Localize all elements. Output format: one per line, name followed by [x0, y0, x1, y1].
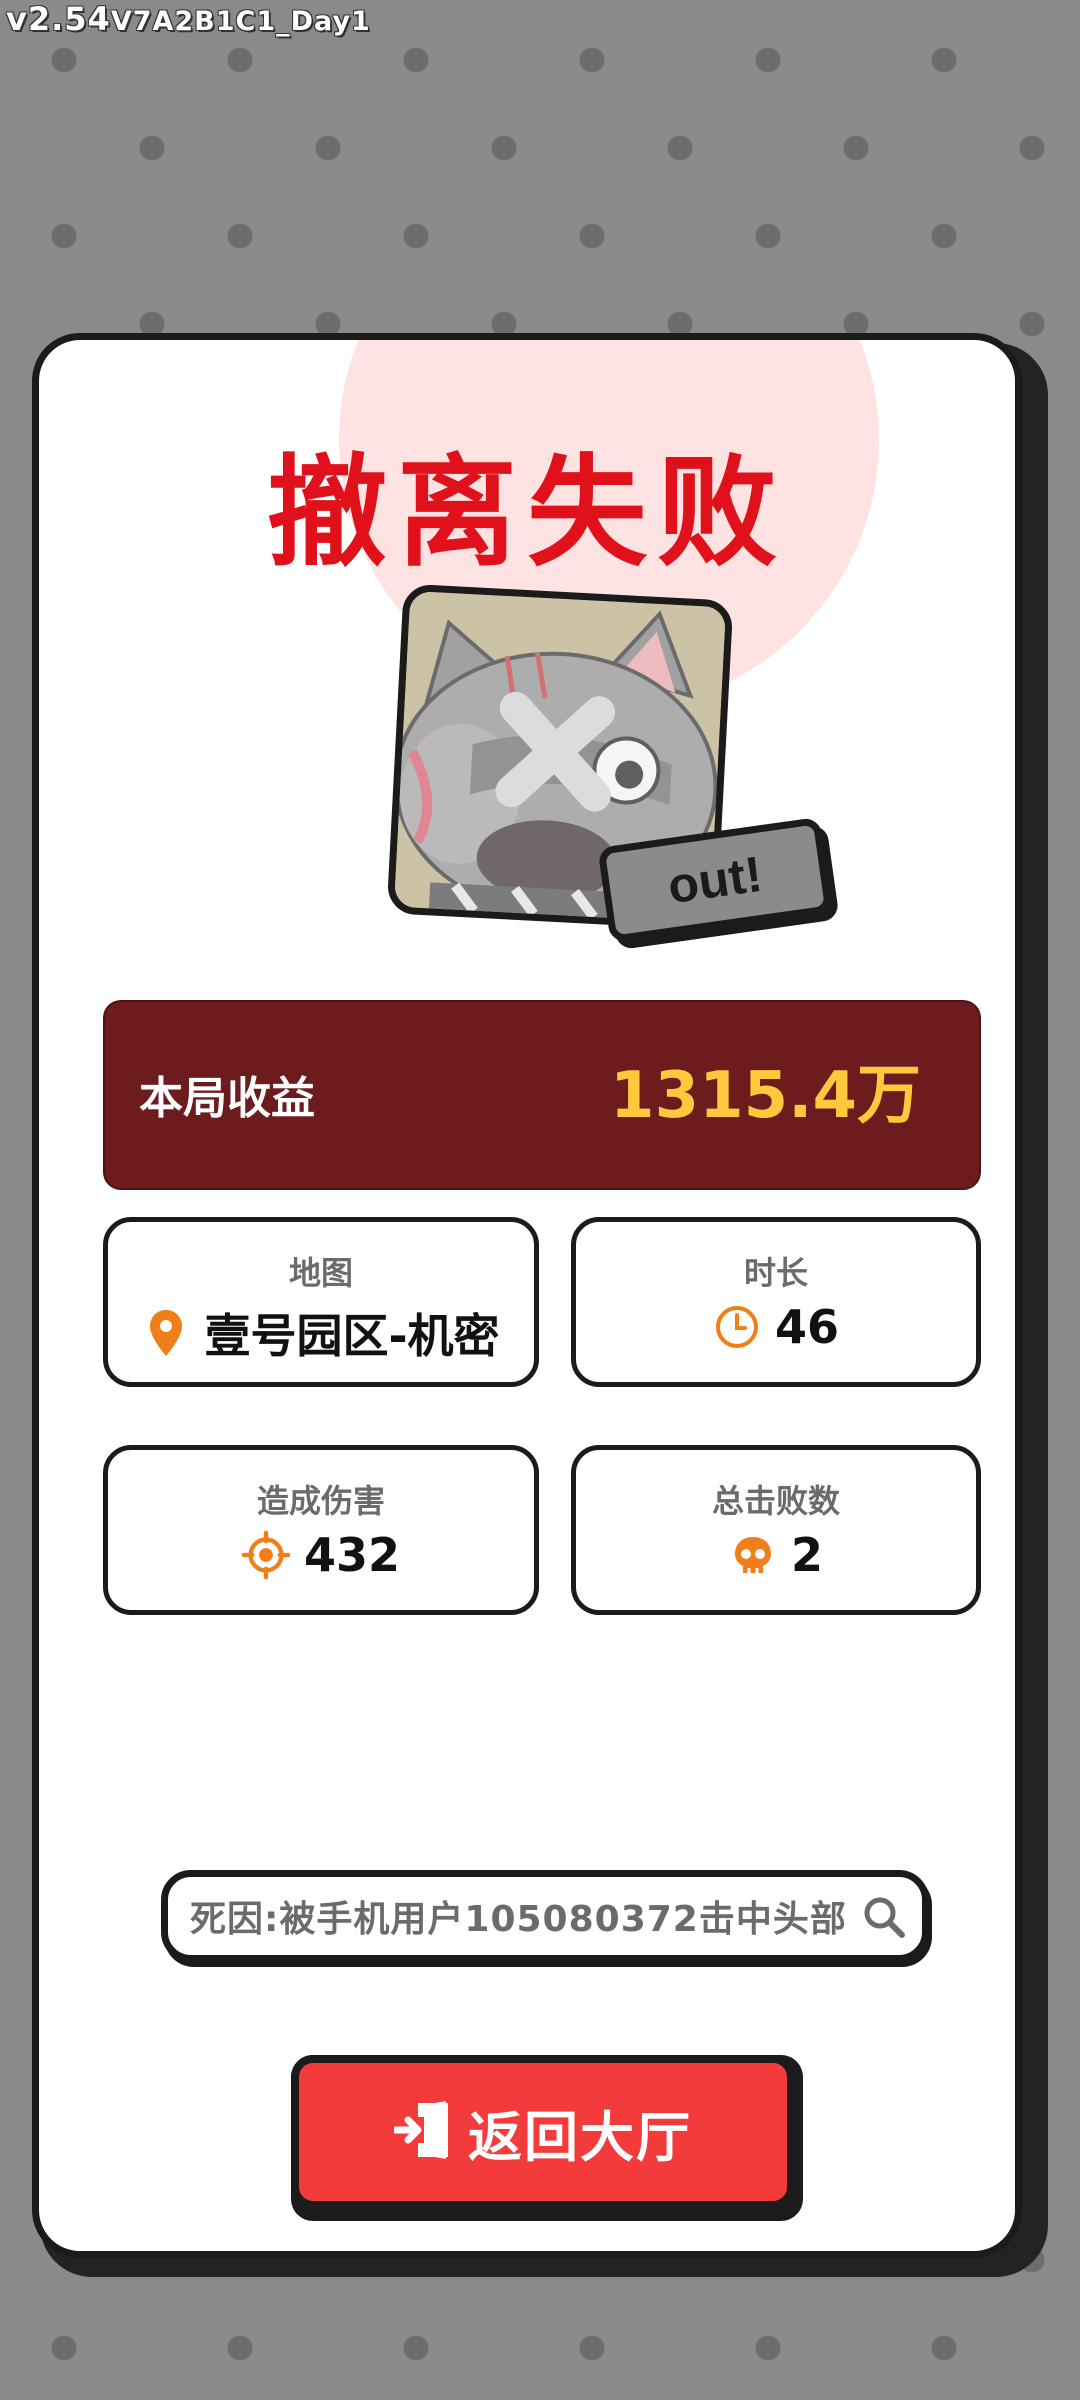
stat-card-kills: 总击败数 2: [571, 1445, 981, 1615]
stat-duration-value: 46: [774, 1300, 839, 1354]
stat-kills-value: 2: [790, 1528, 823, 1582]
clock-icon: [713, 1302, 761, 1352]
death-cause-text: 死因:被手机用户105080372击中头部: [190, 1899, 847, 1940]
location-pin-icon: [142, 1308, 190, 1358]
return-button-label: 返回大厅: [468, 2105, 692, 2169]
death-cause-field[interactable]: 死因:被手机用户105080372击中头部: [161, 1870, 929, 1962]
stat-duration-label: 时长: [743, 1254, 808, 1292]
version-prefix: v2.54: [6, 0, 111, 38]
earnings-value: 1315.4万: [610, 1059, 921, 1133]
stat-damage-label: 造成伤害: [256, 1482, 385, 1520]
exit-door-icon: [392, 2099, 454, 2165]
version-build: V7A2B1C1_Day1: [110, 6, 371, 37]
stat-map-label: 地图: [288, 1254, 353, 1292]
earnings-label: 本局收益: [139, 1073, 315, 1124]
result-title: 撤离失败: [267, 444, 787, 583]
skull-icon: [729, 1530, 777, 1580]
crosshair-icon: [241, 1530, 290, 1580]
stat-kills-label: 总击败数: [711, 1482, 840, 1520]
version-label: v2.54V7A2B1C1_Day1: [6, 0, 371, 38]
earnings-banner: 本局收益 1315.4万: [103, 1000, 981, 1190]
stat-damage-value: 432: [303, 1528, 401, 1582]
return-to-lobby-button[interactable]: 返回大厅: [291, 2055, 795, 2209]
stat-map-value: 壹号园区-机密: [204, 1309, 500, 1363]
stat-card-map: 地图 壹号园区-机密: [103, 1217, 539, 1387]
stat-card-duration: 时长 46: [571, 1217, 981, 1387]
stat-card-damage: 造成伤害 432: [103, 1445, 539, 1615]
eliminated-x-icon: [487, 683, 624, 820]
search-icon[interactable]: [862, 1895, 906, 1939]
result-panel: 撤离失败 out! 本局收益 1315.4万 地图 壹号园区-机密 时长 46 …: [32, 333, 1022, 2258]
